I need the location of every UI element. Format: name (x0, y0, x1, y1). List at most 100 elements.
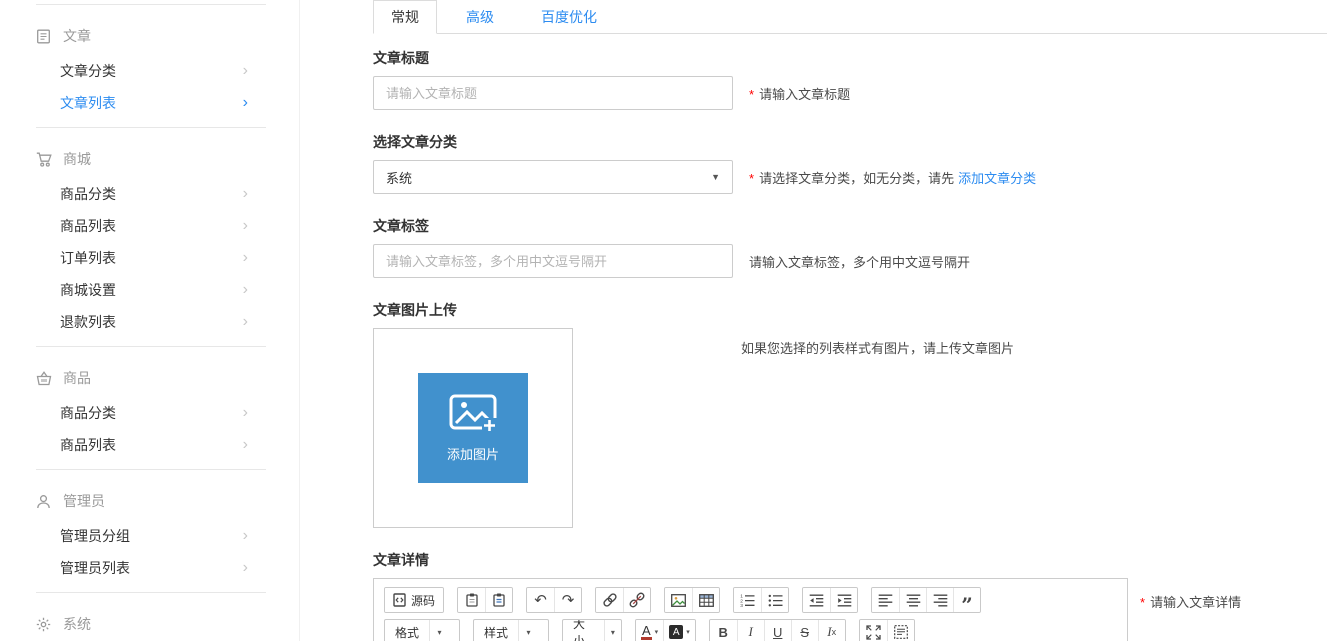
user-icon (36, 494, 53, 509)
underline-icon: U (773, 625, 782, 640)
sidebar-item-label: 管理员分组 (60, 528, 130, 544)
chevron-right-icon: › (243, 55, 248, 87)
blockquote-icon: ” (961, 595, 973, 613)
tab-general[interactable]: 常规 (373, 0, 437, 34)
table-icon (699, 594, 714, 607)
article-tags-input[interactable] (373, 244, 733, 278)
image-button[interactable] (665, 588, 692, 612)
sidebar-section-head: 管理员 (36, 482, 266, 520)
sidebar-section-label: 商品 (63, 368, 91, 388)
sidebar-section-mall: 商城商品分类›商品列表›订单列表›商城设置›退款列表› (36, 128, 266, 346)
size-select-value: 大小 (563, 620, 604, 641)
file-text-icon (36, 29, 53, 44)
bg-color-button[interactable]: A ▾ (663, 620, 695, 641)
sidebar-section-head: 商城 (36, 140, 266, 178)
sidebar-section-article: 文章文章分类›文章列表› (36, 5, 266, 127)
tags-field-group: 文章标签 请输入文章标签，多个用中文逗号隔开 (373, 216, 1327, 278)
sidebar-item-article-category[interactable]: 文章分类› (36, 55, 266, 87)
unlink-button[interactable] (623, 588, 650, 612)
rich-text-editor: 源码 (373, 578, 1128, 641)
format-select[interactable]: 格式 ▾ (384, 619, 460, 641)
sidebar-item-mall-settings[interactable]: 商城设置› (36, 274, 266, 306)
align-center-button[interactable] (899, 588, 926, 612)
sidebar-item-goods-list[interactable]: 商品列表› (36, 429, 266, 461)
chevron-right-icon: › (243, 429, 248, 461)
ordered-list-button[interactable]: 123 (734, 588, 761, 612)
chevron-right-icon: › (243, 520, 248, 552)
sidebar-section-head: 系统 (36, 605, 266, 641)
size-select[interactable]: 大小 ▾ (562, 619, 622, 641)
link-button[interactable] (596, 588, 623, 612)
sidebar-item-mall-order-list[interactable]: 订单列表› (36, 242, 266, 274)
detail-label: 文章详情 (373, 550, 1327, 570)
category-select[interactable]: 系统 ▼ (373, 160, 733, 194)
article-title-label: 文章标题 (373, 48, 1327, 68)
image-upload-label: 文章图片上传 (373, 300, 1327, 320)
sidebar-item-mall-goods-category[interactable]: 商品分类› (36, 178, 266, 210)
outdent-button[interactable] (803, 588, 830, 612)
align-right-button[interactable] (926, 588, 953, 612)
bold-button[interactable]: B (710, 620, 737, 641)
sidebar-item-admin-group[interactable]: 管理员分组 › (36, 520, 266, 552)
format-select-value: 格式 (385, 620, 429, 641)
sidebar-item-goods-category[interactable]: 商品分类› (36, 397, 266, 429)
style-select[interactable]: 样式 ▾ (473, 619, 549, 641)
image-hint: 如果您选择的列表样式有图片，请上传文章图片 (741, 338, 1014, 357)
chevron-right-icon: › (243, 552, 248, 584)
add-image-button[interactable]: 添加图片 (418, 373, 528, 483)
paste-from-word-icon (493, 593, 505, 607)
sidebar-item-label: 管理员列表 (60, 560, 130, 576)
indent-button[interactable] (830, 588, 857, 612)
sidebar-section-goods: 商品商品分类›商品列表› (36, 347, 266, 469)
undo-button[interactable]: ↶ (527, 588, 554, 612)
align-left-icon (878, 594, 893, 607)
table-button[interactable] (692, 588, 719, 612)
image-upload-area: 添加图片 (373, 328, 573, 528)
svg-text:3: 3 (740, 603, 743, 607)
category-field-group: 选择文章分类 系统 ▼ *请选择文章分类，如无分类，请先添加文章分类 (373, 132, 1327, 194)
redo-button[interactable]: ↷ (554, 588, 581, 612)
editor-toolbar-row-2: 格式 ▾ 样式 ▾ 大小 ▾ (384, 619, 1117, 641)
maximize-button[interactable] (860, 620, 887, 641)
sidebar-item-article-list[interactable]: 文章列表› (36, 87, 266, 119)
required-star: * (749, 87, 754, 102)
tab-advanced[interactable]: 高级 (448, 0, 512, 34)
sidebar-item-mall-goods-list[interactable]: 商品列表› (36, 210, 266, 242)
paste-from-word-button[interactable] (485, 588, 512, 612)
italic-icon: I (749, 624, 753, 640)
title-hint: *请输入文章标题 (749, 84, 850, 103)
add-category-link[interactable]: 添加文章分类 (958, 171, 1036, 186)
indent-icon (837, 594, 852, 607)
tags-label: 文章标签 (373, 216, 1327, 236)
italic-button[interactable]: I (737, 620, 764, 641)
chevron-right-icon: › (243, 242, 248, 274)
chevron-right-icon: › (243, 397, 248, 429)
chevron-down-icon: ▾ (655, 628, 659, 636)
text-color-button[interactable]: A ▾ (636, 620, 663, 641)
source-button[interactable]: 源码 (385, 588, 443, 612)
strikethrough-button[interactable]: S (791, 620, 818, 641)
category-hint-text: 请选择文章分类，如无分类，请先 (759, 171, 954, 186)
paste-button[interactable] (458, 588, 485, 612)
sidebar-item-mall-refund-list[interactable]: 退款列表› (36, 306, 266, 338)
show-blocks-button[interactable] (887, 620, 914, 641)
chevron-down-icon: ▾ (686, 628, 690, 636)
sidebar-item-label: 商品列表 (60, 218, 116, 234)
remove-format-button[interactable]: Ix (818, 620, 845, 641)
tab-baidu-seo[interactable]: 百度优化 (523, 0, 615, 34)
align-left-button[interactable] (872, 588, 899, 612)
paste-icon (466, 593, 478, 607)
chevron-right-icon: › (243, 178, 248, 210)
basket-icon (36, 371, 53, 386)
editor-toolbar: 源码 (374, 579, 1127, 641)
unordered-list-button[interactable] (761, 588, 788, 612)
sidebar-item-admin-list[interactable]: 管理员列表 › (36, 552, 266, 584)
editor-toolbar-row-1: 源码 (384, 587, 1117, 613)
detail-hint-text: 请输入文章详情 (1150, 595, 1241, 610)
sidebar-item-label: 文章列表 (60, 95, 116, 111)
show-blocks-icon (894, 625, 908, 639)
blockquote-button[interactable]: ” (953, 588, 980, 612)
bold-icon: B (719, 625, 728, 640)
article-title-input[interactable] (373, 76, 733, 110)
underline-button[interactable]: U (764, 620, 791, 641)
